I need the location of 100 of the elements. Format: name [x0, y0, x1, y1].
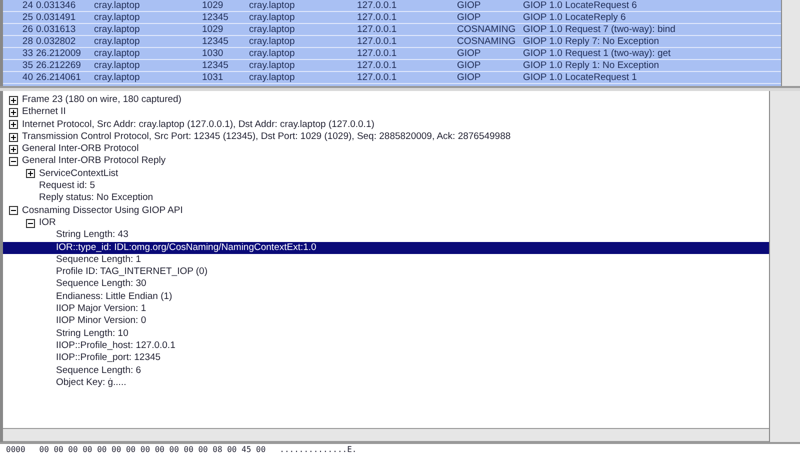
packet-destination: cray.laptop	[249, 72, 296, 83]
packet-address: 127.0.0.1	[357, 36, 398, 47]
packet-protocol: GIOP	[457, 72, 482, 83]
packet-port: 1031	[202, 72, 224, 83]
packet-destination: cray.laptop	[249, 36, 296, 47]
packet-protocol: COSNAMING	[457, 36, 517, 47]
packet-number: 25	[21, 12, 34, 23]
tree-item[interactable]: Object Key: ġ.....	[3, 376, 769, 390]
tree-item[interactable]: Ethernet II	[3, 106, 769, 119]
packet-address: 127.0.0.1	[357, 60, 398, 71]
packet-port: 1030	[202, 48, 224, 59]
collapse-icon[interactable]	[26, 218, 35, 228]
packet-source: cray.laptop	[94, 60, 141, 71]
packet-destination: cray.laptop	[249, 24, 296, 35]
packet-number: 24	[21, 0, 34, 11]
packet-time: 0.031491	[36, 12, 77, 23]
packet-port: 1029	[202, 0, 224, 11]
packet-address: 127.0.0.1	[357, 12, 398, 23]
packet-destination: cray.laptop	[249, 48, 296, 59]
tree-item[interactable]: Cosnaming Dissector Using GIOP API	[3, 204, 769, 217]
packet-info: GIOP 1.0 Request 7 (two-way): bind	[523, 24, 676, 35]
packet-protocol: GIOP	[457, 48, 482, 59]
collapse-icon[interactable]	[9, 157, 18, 166]
tree-item[interactable]: IOR	[3, 216, 769, 230]
packet-row[interactable]: 25 0.031491 cray.laptop 12345 cray.laptop 127.0.0.1 GIOP GIOP 1.0 LocateReply 6	[3, 12, 781, 24]
packet-address: 127.0.0.1	[357, 0, 398, 11]
hex-bytes: 00 00 00 00 00 00 00 00 00 00 00 00 08 00 45 00	[39, 444, 266, 456]
tree-item[interactable]: String Length: 43	[3, 229, 769, 242]
packet-time: 0.031346	[36, 0, 77, 11]
packet-source: cray.laptop	[94, 12, 141, 23]
packet-source: cray.laptop	[94, 0, 141, 11]
tree-item[interactable]: General Inter-ORB Protocol	[3, 143, 769, 156]
tree-item[interactable]: Sequence Length: 6	[3, 364, 769, 377]
tree-item[interactable]: Sequence Length: 30	[3, 278, 769, 291]
packet-info: GIOP 1.0 Reply 1: No Exception	[523, 60, 660, 71]
packet-time: 26.212269	[36, 60, 82, 71]
packet-number: 40	[21, 72, 34, 83]
packet-time: 0.032802	[36, 36, 77, 47]
tree-item[interactable]: Frame 23 (180 on wire, 180 captured)	[3, 94, 769, 106]
packet-info: GIOP 1.0 Reply 7: No Exception	[523, 36, 660, 47]
tree-item[interactable]: IIOP::Profile_host: 127.0.0.1	[3, 340, 769, 352]
packet-port: 12345	[202, 36, 230, 47]
packet-address: 127.0.0.1	[357, 24, 398, 35]
tree-item[interactable]: String Length: 10	[3, 328, 769, 340]
packet-info: GIOP 1.0 Request 1 (two-way): get	[523, 48, 672, 59]
packet-protocol: COSNAMING	[457, 24, 517, 35]
packet-source: cray.laptop	[94, 48, 141, 59]
packet-address: 127.0.0.1	[357, 48, 398, 59]
tree-item[interactable]: Profile ID: TAG_INTERNET_IOP (0)	[3, 266, 769, 278]
packet-source: cray.laptop	[94, 72, 141, 83]
packet-row[interactable]: 33 26.212009 cray.laptop 1030 cray.laptop 127.0.0.1 GIOP GIOP 1.0 Request 1 (two-way): get	[3, 48, 781, 60]
tree-item[interactable]: Sequence Length: 1	[3, 254, 769, 266]
tree-item[interactable]: IIOP Minor Version: 0	[3, 315, 769, 328]
packet-time: 26.214061	[36, 72, 82, 83]
packet-destination: cray.laptop	[249, 12, 296, 23]
packet-address: 127.0.0.1	[357, 72, 398, 83]
packet-info: GIOP 1.0 LocateReply 6	[523, 12, 627, 23]
packet-row[interactable]: 35 26.212269 cray.laptop 12345 cray.laptop 127.0.0.1 GIOP GIOP 1.0 Reply 1: No Exception	[3, 60, 781, 72]
tree-item[interactable]: IOR::type_id: IDL:omg.org/CosNaming/NamingContextExt:1.0	[3, 242, 769, 254]
packet-row[interactable]: 28 0.032802 cray.laptop 12345 cray.laptop 127.0.0.1 COSNAMING GIOP 1.0 Reply 7: No Exception	[3, 36, 781, 48]
packet-number: 33	[21, 48, 34, 59]
packet-row[interactable]: 40 26.214061 cray.laptop 1031 cray.laptop 127.0.0.1 GIOP GIOP 1.0 LocateRequest 1	[3, 72, 781, 84]
hex-offset: 0000	[6, 444, 26, 456]
vertical-scrollbar[interactable]	[781, 0, 800, 86]
tree-item[interactable]: Internet Protocol, Src Addr: cray.laptop (127.0.0.1), Dst Addr: cray.laptop (127.0.0.1)	[3, 118, 769, 131]
packet-port: 1029	[202, 24, 224, 35]
expand-icon[interactable]	[9, 120, 18, 130]
packet-port: 12345	[202, 60, 230, 71]
packet-number: 35	[21, 60, 34, 71]
horizontal-scrollbar[interactable]	[3, 428, 769, 442]
packet-number: 26	[21, 24, 34, 35]
tree-item[interactable]: Request id: 5	[3, 180, 769, 192]
expand-icon[interactable]	[9, 144, 18, 154]
tree-item[interactable]: General Inter-ORB Protocol Reply	[3, 155, 769, 168]
collapse-icon[interactable]	[9, 206, 18, 216]
expand-icon[interactable]	[9, 96, 18, 105]
packet-protocol: GIOP	[457, 60, 482, 71]
packet-protocol: GIOP	[457, 12, 482, 23]
vertical-scrollbar[interactable]	[769, 91, 800, 442]
tree-item[interactable]: IIOP::Profile_port: 12345	[3, 352, 769, 365]
packet-info: GIOP 1.0 LocateRequest 1	[523, 72, 638, 83]
tree-item[interactable]: ServiceContextList	[3, 168, 769, 180]
packet-row[interactable]: 26 0.031613 cray.laptop 1029 cray.laptop 127.0.0.1 COSNAMING GIOP 1.0 Request 7 (two-way): bind	[3, 24, 781, 36]
packet-destination: cray.laptop	[249, 0, 296, 11]
packet-info: GIOP 1.0 LocateRequest 6	[523, 0, 638, 11]
packet-row[interactable]: 24 0.031346 cray.laptop 1029 cray.laptop 127.0.0.1 GIOP GIOP 1.0 LocateRequest 6	[3, 0, 781, 12]
packet-number: 28	[21, 36, 34, 47]
tree-item[interactable]: Reply status: No Exception	[3, 192, 769, 205]
tree-item[interactable]: Endianess: Little Endian (1)	[3, 290, 769, 304]
packet-destination: cray.laptop	[249, 60, 296, 71]
expand-icon[interactable]	[9, 108, 18, 117]
packet-time: 0.031613	[36, 24, 77, 35]
expand-icon[interactable]	[9, 132, 18, 142]
packet-source: cray.laptop	[94, 24, 141, 35]
hex-ascii: ..............E.	[280, 444, 357, 456]
tree-item[interactable]: IIOP Major Version: 1	[3, 303, 769, 316]
packet-port: 12345	[202, 12, 230, 23]
packet-protocol: GIOP	[457, 0, 482, 11]
tree-item[interactable]: Transmission Control Protocol, Src Port: 12345 (12345), Dst Port: 1029 (1029), Seq: 2885820009, Ack: 2876549988	[3, 130, 769, 144]
expand-icon[interactable]	[26, 169, 35, 178]
